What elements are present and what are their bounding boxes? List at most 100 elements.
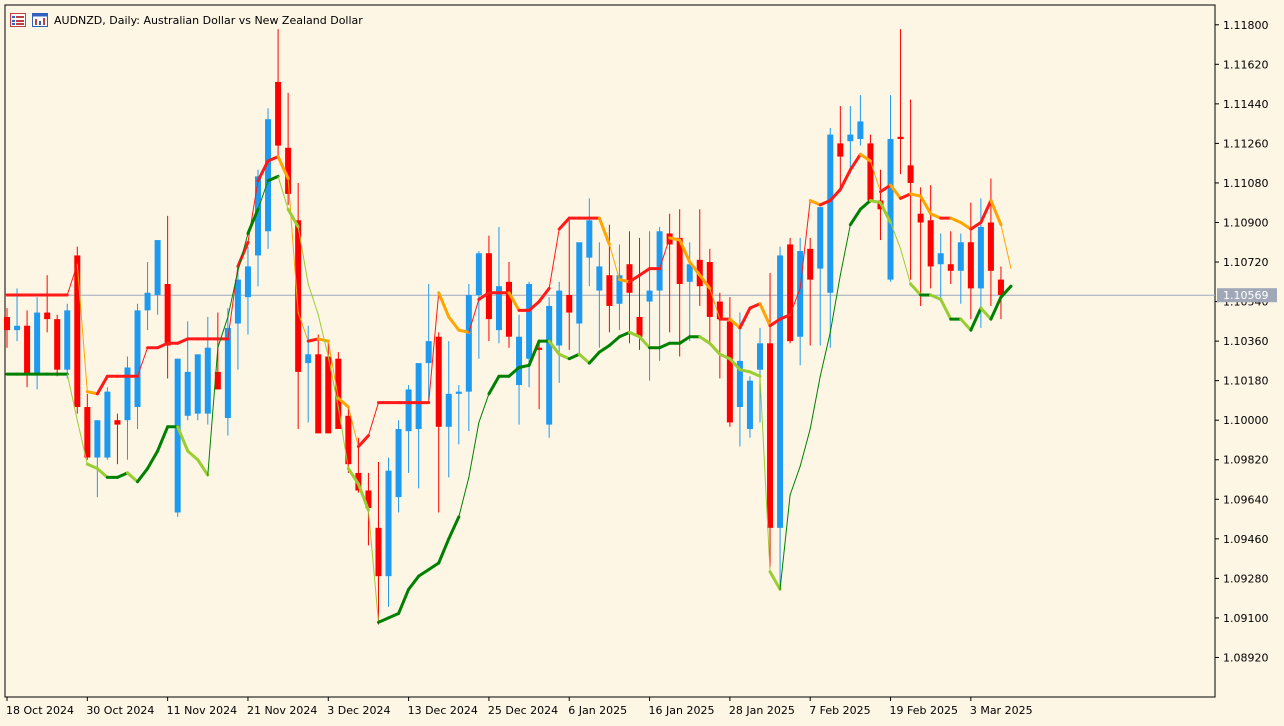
x-tick-label: 18 Oct 2024 — [6, 704, 74, 717]
bear-candle — [506, 281, 512, 337]
bear-candle — [485, 253, 492, 320]
bear-candle — [84, 407, 91, 458]
bull-candle — [445, 393, 452, 427]
bull-candle — [305, 354, 312, 364]
x-tick-label: 19 Feb 2025 — [890, 704, 958, 717]
bull-candle — [465, 294, 472, 392]
bear-candle — [44, 312, 51, 320]
x-tick-label: 3 Dec 2024 — [327, 704, 390, 717]
bull-candle — [14, 325, 21, 331]
x-tick-label: 30 Oct 2024 — [86, 704, 154, 717]
y-tick-label: 1.10720 — [1223, 256, 1269, 269]
chart-title: AUDNZD, Daily: Australian Dollar vs New … — [54, 13, 363, 27]
x-tick-label: 16 Jan 2025 — [649, 704, 715, 717]
bear-candle — [164, 283, 171, 346]
bear-candle — [927, 220, 934, 267]
y-tick-label: 1.09460 — [1223, 533, 1269, 546]
bull-candle — [144, 292, 151, 311]
bear-candle — [4, 316, 10, 331]
bull-candle — [415, 363, 422, 429]
bear-candle — [867, 143, 874, 201]
chart-title-bar: AUDNZD, Daily: Australian Dollar vs New … — [10, 11, 363, 29]
bear-candle — [24, 325, 31, 375]
bull-candle — [455, 391, 462, 394]
bear-candle — [626, 264, 633, 293]
bear-candle — [716, 301, 723, 320]
bull-candle — [526, 283, 533, 359]
chart-window[interactable]: 1.11800 1.11620 1.11440 1.11260 1.11080 1.109… — [0, 0, 1284, 726]
bear-candle — [726, 321, 733, 423]
y-tick-label: 1.10180 — [1223, 375, 1269, 388]
bear-candle — [375, 527, 382, 577]
bull-candle — [385, 470, 392, 577]
bull-candle — [977, 226, 984, 289]
bear-candle — [275, 81, 282, 146]
bull-candle — [194, 354, 201, 414]
time-axis: 18 Oct 2024 30 Oct 2024 11 Nov 2024 21 Nov … — [6, 697, 1033, 717]
bull-candle — [556, 290, 563, 346]
bull-candle — [937, 253, 944, 265]
y-tick-label: 1.10000 — [1223, 414, 1269, 427]
bear-candle — [636, 316, 643, 337]
y-tick-label: 1.09100 — [1223, 612, 1269, 625]
bull-candle — [94, 420, 101, 458]
bull-candle — [757, 343, 763, 370]
y-tick-label: 1.11080 — [1223, 177, 1269, 190]
y-tick-label: 1.11800 — [1223, 19, 1269, 32]
plot-area[interactable] — [4, 4, 1216, 698]
bull-candle — [204, 347, 211, 414]
bull-candle — [746, 380, 753, 429]
bear-candle — [606, 275, 613, 306]
bull-candle — [395, 428, 402, 498]
bear-candle — [295, 220, 302, 372]
bear-candle — [917, 213, 924, 223]
x-tick-label: 3 Mar 2025 — [970, 704, 1033, 717]
bear-candle — [947, 264, 954, 271]
bull-candle — [646, 290, 653, 302]
bear-candle — [967, 242, 974, 289]
bull-candle — [817, 207, 824, 269]
bear-candle — [114, 420, 121, 425]
y-tick-label: 1.08920 — [1223, 651, 1269, 664]
bear-candle — [54, 319, 61, 370]
bear-candle — [767, 343, 774, 528]
x-tick-label: 28 Jan 2025 — [729, 704, 795, 717]
y-tick-label: 1.11260 — [1223, 137, 1269, 150]
bull-candle — [546, 305, 553, 425]
bull-candle — [425, 341, 432, 364]
chart-list-icon[interactable] — [10, 13, 26, 27]
y-tick-label: 1.11440 — [1223, 98, 1269, 111]
bear-candle — [897, 136, 904, 140]
x-tick-label: 7 Feb 2025 — [809, 704, 870, 717]
price-chart[interactable]: 1.11800 1.11620 1.11440 1.11260 1.11080 1.109… — [0, 0, 1284, 726]
y-tick-label: 1.09820 — [1223, 454, 1269, 467]
x-tick-label: 6 Jan 2025 — [568, 704, 627, 717]
bull-candle — [957, 242, 964, 271]
bull-candle — [777, 255, 784, 528]
bull-candle — [184, 371, 191, 416]
bull-candle — [244, 266, 251, 298]
bull-candle — [516, 336, 523, 386]
price-axis: 1.11800 1.11620 1.11440 1.11260 1.11080 1.109… — [1215, 19, 1269, 664]
bull-candle — [154, 240, 161, 295]
bull-candle — [34, 312, 41, 375]
bear-candle — [566, 294, 573, 313]
current-price-label-text: 1.10569 — [1223, 289, 1269, 302]
chart-window-icon[interactable] — [32, 13, 48, 27]
bear-candle — [315, 354, 322, 434]
bull-candle — [586, 220, 593, 258]
bull-candle — [576, 242, 583, 324]
x-tick-label: 13 Dec 2024 — [408, 704, 478, 717]
bull-candle — [104, 391, 111, 458]
y-tick-label: 1.11620 — [1223, 58, 1269, 71]
x-tick-label: 11 Nov 2024 — [167, 704, 237, 717]
bull-candle — [405, 389, 412, 432]
bull-candle — [847, 134, 854, 142]
bear-candle — [787, 244, 794, 342]
bull-candle — [857, 121, 864, 140]
bull-candle — [475, 253, 482, 295]
bull-candle — [224, 327, 231, 419]
bull-candle — [596, 266, 603, 291]
y-tick-label: 1.10900 — [1223, 216, 1269, 229]
x-tick-label: 25 Dec 2024 — [488, 704, 558, 717]
